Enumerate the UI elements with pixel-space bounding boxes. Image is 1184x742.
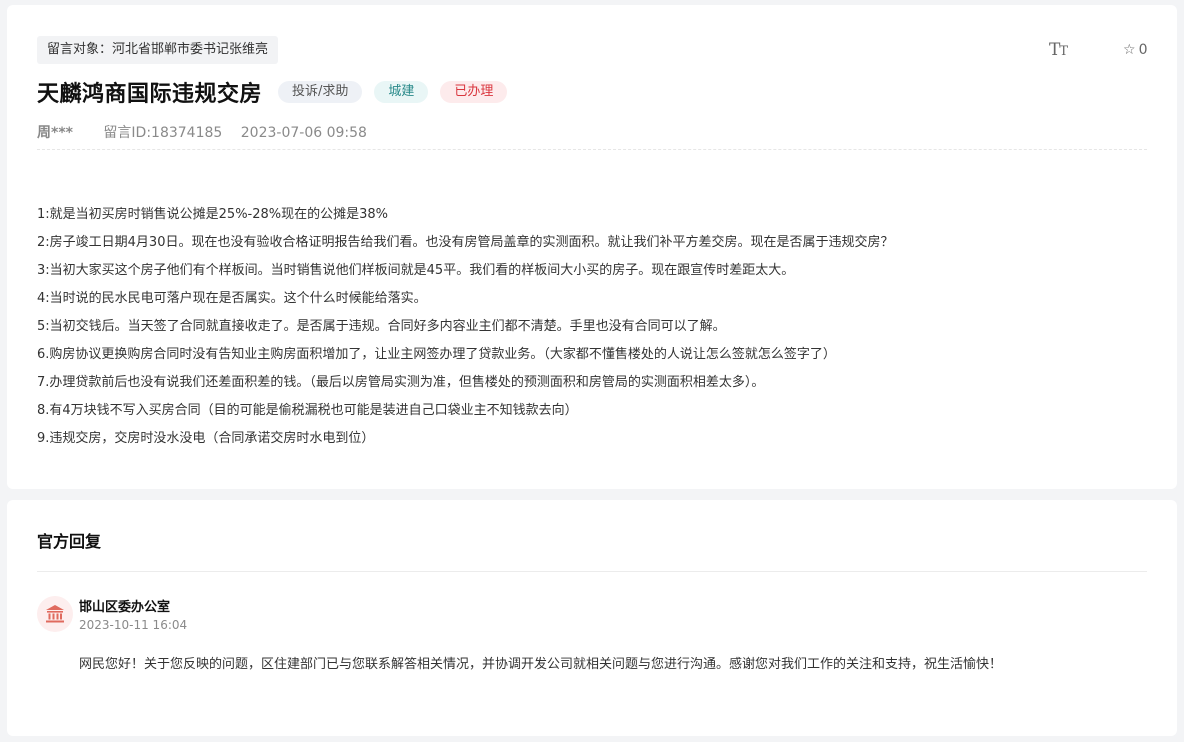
- page-title: 天麟鸿商国际违规交房: [37, 82, 263, 107]
- content-line: 9.违规交房，交房时没水没电（合同承诺交房时水电到位）: [37, 431, 375, 446]
- font-size-icon[interactable]: TT: [1049, 40, 1068, 60]
- message-meta: 周*** 留言ID:18374185 2023-07-06 09:58: [37, 122, 367, 142]
- toolbar: TT ☆ 0: [1007, 40, 1177, 64]
- content-line: 6.购房协议更换购房合同时没有告知业主购房面积增加了，让业主网签办理了贷款业务。…: [37, 347, 836, 362]
- content-line: 3:当初大家买这个房子他们有个样板间。当时销售说他们样板间就是45平。我们看的样…: [37, 263, 795, 278]
- message-card: 留言对象：河北省邯郸市委书记张维亮 TT ☆ 0 天麟鸿商国际违规交房 投诉/求助…: [7, 5, 1177, 489]
- category-badge: 城建: [374, 81, 429, 103]
- message-datetime: 2023-07-06 09:58: [240, 125, 367, 141]
- type-badge: 投诉/求助: [278, 81, 363, 103]
- favorite-count: 0: [1138, 42, 1148, 58]
- content-line: 1:就是当初买房时销售说公摊是25%-28%现在的公摊是38%: [37, 207, 389, 222]
- content-line: 5:当初交钱后。当天签了合同就直接收走了。是否属于违规。合同好多内容业主们都不清…: [37, 319, 726, 334]
- message-target: 留言对象：河北省邯郸市委书记张维亮: [37, 36, 279, 64]
- avatar: [37, 596, 73, 632]
- content-line: 8.有4万块钱不写入买房合同（目的可能是偷税漏税也可能是装进自己口袋业主不知钱款…: [37, 403, 578, 418]
- reply-department: 邯山区委办公室: [79, 600, 171, 615]
- content-line: 4:当时说的民水民电可落户现在是否属实。这个什么时候能给落实。: [37, 291, 427, 306]
- divider: [37, 149, 1147, 150]
- divider: [37, 571, 1147, 572]
- title-row: 天麟鸿商国际违规交房 投诉/求助 城建 已办理: [37, 77, 519, 107]
- message-content: 1:就是当初买房时销售说公摊是25%-28%现在的公摊是38% 2:房子竣工日期…: [37, 201, 1147, 453]
- reply-datetime: 2023-10-11 16:04: [79, 618, 188, 632]
- content-line: 2:房子竣工日期4月30日。现在也没有验收合格证明报告给我们看。也没有房管局盖章…: [37, 235, 894, 250]
- message-id: 留言ID:18374185: [103, 125, 223, 141]
- government-building-icon: [46, 605, 64, 623]
- star-icon: ☆: [1123, 42, 1136, 58]
- content-line: 7.办理贷款前后也没有说我们还差面积差的钱。（最后以房管局实测为准，但售楼处的预…: [37, 375, 765, 390]
- favorite-button[interactable]: ☆ 0: [1123, 42, 1147, 58]
- author-name: 周***: [37, 125, 73, 141]
- reply-heading: 官方回复: [37, 532, 102, 551]
- official-reply-card: 官方回复 邯山区委办公室 2023-10-11 16:04 网民您好！关于您反映…: [7, 500, 1177, 736]
- reply-content: 网民您好！关于您反映的问题，区住建部门已与您联系解答相关情况，并协调开发公司就相…: [79, 657, 1003, 672]
- status-badge: 已办理: [440, 81, 508, 103]
